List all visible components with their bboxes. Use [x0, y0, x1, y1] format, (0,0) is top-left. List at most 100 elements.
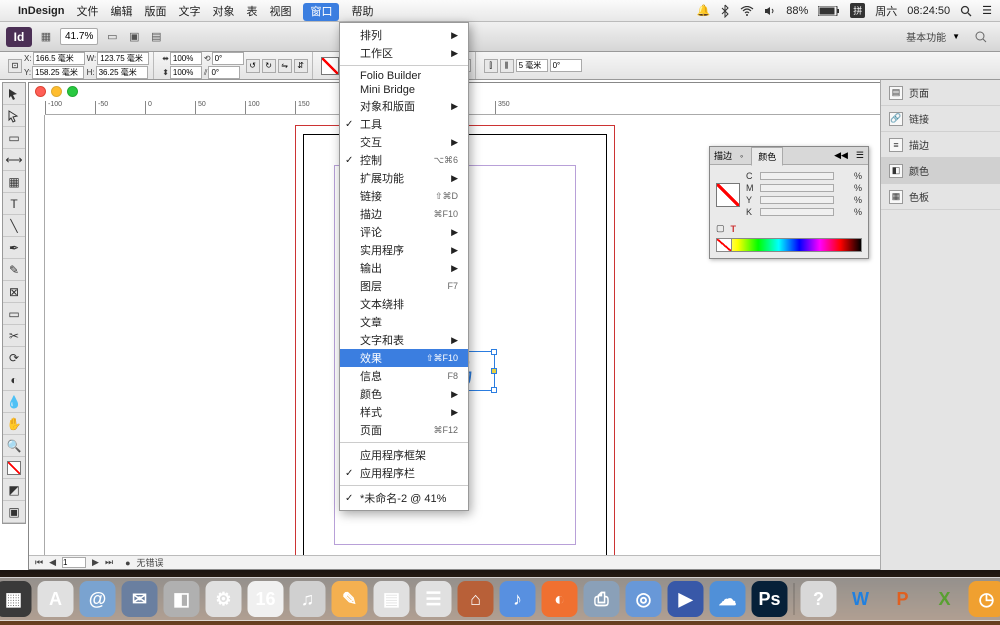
panel-tab-色板[interactable]: ▦色板 — [881, 184, 1000, 210]
dock-app-22[interactable]: W — [843, 581, 879, 617]
page-field[interactable] — [62, 557, 86, 568]
menuitem-对象和版面[interactable]: 对象和版面▶ — [340, 97, 468, 115]
channel-K[interactable]: K% — [746, 207, 862, 217]
channel-M[interactable]: M% — [746, 183, 862, 193]
menuitem-文章[interactable]: 文章 — [340, 313, 468, 331]
menuitem-工具[interactable]: ✓工具 — [340, 115, 468, 133]
fill-swatch[interactable] — [321, 57, 339, 75]
close-window[interactable] — [35, 86, 46, 97]
prev-page-icon[interactable]: ◀ — [49, 557, 56, 568]
zoom-window[interactable] — [67, 86, 78, 97]
menuitem-效果[interactable]: 效果⇧⌘F10 — [340, 349, 468, 367]
menu-编辑[interactable]: 编辑 — [110, 6, 132, 18]
w-field[interactable] — [97, 52, 149, 65]
volume-icon[interactable] — [764, 6, 776, 16]
color-panel[interactable]: 描边 ◦ 颜色 ◀◀ ☰ C%M%Y%K% ▢ T — [709, 146, 869, 259]
menuitem-描边[interactable]: 描边⌘F10 — [340, 205, 468, 223]
menuitem-扩展功能[interactable]: 扩展功能▶ — [340, 169, 468, 187]
menuitem-颜色[interactable]: 颜色▶ — [340, 385, 468, 403]
dock-app-5[interactable]: ✉ — [122, 581, 158, 617]
ref-point-icon[interactable]: ⊡ — [8, 59, 22, 73]
menuitem-实用程序[interactable]: 实用程序▶ — [340, 241, 468, 259]
menuitem-应用程序框架[interactable]: 应用程序框架 — [340, 446, 468, 464]
scale-y-field[interactable] — [170, 66, 202, 79]
dock-app-3[interactable]: A — [38, 581, 74, 617]
dock-app-15[interactable]: ◐ — [542, 581, 578, 617]
menu-对象[interactable]: 对象 — [212, 6, 234, 18]
panel-tab-颜色[interactable]: ◧颜色 — [881, 158, 1000, 184]
channel-C[interactable]: C% — [746, 171, 862, 181]
dock-app-24[interactable]: X — [927, 581, 963, 617]
tab-color[interactable]: 颜色 — [751, 147, 783, 166]
dock-app-25[interactable]: ◷ — [969, 581, 1000, 617]
align-icon[interactable]: ⫿ — [484, 59, 498, 73]
dock-app-8[interactable]: 16 — [248, 581, 284, 617]
panel-tab-页面[interactable]: ▤页面 — [881, 80, 1000, 106]
menu-版面[interactable]: 版面 — [144, 6, 166, 18]
bridge-icon[interactable]: ▦ — [38, 29, 54, 45]
dock-app-20[interactable]: Ps — [752, 581, 788, 617]
h-field[interactable] — [96, 66, 148, 79]
menuitem-文本绕排[interactable]: 文本绕排 — [340, 295, 468, 313]
menuitem-样式[interactable]: 样式▶ — [340, 403, 468, 421]
dock-app-16[interactable]: ⎙ — [584, 581, 620, 617]
outport-handle[interactable] — [491, 368, 497, 374]
menu-文字[interactable]: 文字 — [178, 6, 200, 18]
menuitem-输出[interactable]: 输出▶ — [340, 259, 468, 277]
app-name[interactable]: InDesign — [18, 5, 64, 17]
menuitem-工作区[interactable]: 工作区▶ — [340, 44, 468, 62]
menu-文件[interactable]: 文件 — [76, 6, 98, 18]
bluetooth-icon[interactable] — [720, 4, 730, 18]
preflight-status[interactable]: 无错误 — [137, 556, 164, 569]
tab-stroke[interactable]: 描边 — [714, 149, 732, 162]
view-mode-icon[interactable]: ▭ — [104, 29, 120, 45]
rot2-field[interactable] — [550, 59, 582, 72]
y-field[interactable] — [32, 66, 84, 79]
dock-app-10[interactable]: ✎ — [332, 581, 368, 617]
flip-h-icon[interactable]: ⇋ — [278, 59, 292, 73]
menuitem-图层[interactable]: 图层F7 — [340, 277, 468, 295]
panel-tab-描边[interactable]: ≡描边 — [881, 132, 1000, 158]
screen-mode-icon[interactable]: ▣ — [126, 29, 142, 45]
dock-app-11[interactable]: ▤ — [374, 581, 410, 617]
fill-stroke-proxy[interactable] — [716, 183, 740, 207]
dock-app-23[interactable]: P — [885, 581, 921, 617]
next-page-icon[interactable]: ▶ — [92, 557, 99, 568]
menu-帮助[interactable]: 帮助 — [351, 6, 373, 18]
menuitem-页面[interactable]: 页面⌘F12 — [340, 421, 468, 439]
dock-app-6[interactable]: ◧ — [164, 581, 200, 617]
panel-prev-icon[interactable]: ◀◀ — [834, 150, 848, 161]
first-page-icon[interactable]: ⏮ — [35, 557, 43, 568]
dock-app-7[interactable]: ⚙ — [206, 581, 242, 617]
menuitem-交互[interactable]: 交互▶ — [340, 133, 468, 151]
rotate-cw-icon[interactable]: ↻ — [262, 59, 276, 73]
menu-视图[interactable]: 视图 — [269, 6, 291, 18]
arrange-icon[interactable]: ▤ — [148, 29, 164, 45]
zoom-field[interactable]: 41.7% — [60, 28, 98, 45]
rotate-field[interactable] — [212, 52, 244, 65]
dock-app-18[interactable]: ▶ — [668, 581, 704, 617]
x-field[interactable] — [33, 52, 85, 65]
wifi-icon[interactable] — [740, 6, 754, 16]
menuitem-Mini Bridge[interactable]: Mini Bridge — [340, 83, 468, 97]
menuitem-排列[interactable]: 排列▶ — [340, 26, 468, 44]
search-icon[interactable] — [974, 30, 994, 44]
menu-表[interactable]: 表 — [246, 6, 257, 18]
battery-icon[interactable] — [818, 6, 840, 16]
rotate-ccw-icon[interactable]: ↺ — [246, 59, 260, 73]
dock-app-17[interactable]: ◎ — [626, 581, 662, 617]
menuitem-文字和表[interactable]: 文字和表▶ — [340, 331, 468, 349]
ime-indicator[interactable]: 拼 — [850, 3, 865, 18]
menu-extra-icon[interactable]: ☰ — [982, 4, 992, 17]
dock-app-19[interactable]: ☁ — [710, 581, 746, 617]
dock-app-21[interactable]: ? — [801, 581, 837, 617]
channel-Y[interactable]: Y% — [746, 195, 862, 205]
menuitem-评论[interactable]: 评论▶ — [340, 223, 468, 241]
scale-x-field[interactable] — [170, 52, 202, 65]
dock-app-9[interactable]: ♫ — [290, 581, 326, 617]
dock-app-2[interactable]: ▦ — [0, 581, 32, 617]
panel-tab-链接[interactable]: 🔗链接 — [881, 106, 1000, 132]
workspace-switcher[interactable]: 基本功能 — [906, 29, 946, 44]
flip-v-icon[interactable]: ⇵ — [294, 59, 308, 73]
last-page-icon[interactable]: ⏭ — [105, 557, 113, 568]
